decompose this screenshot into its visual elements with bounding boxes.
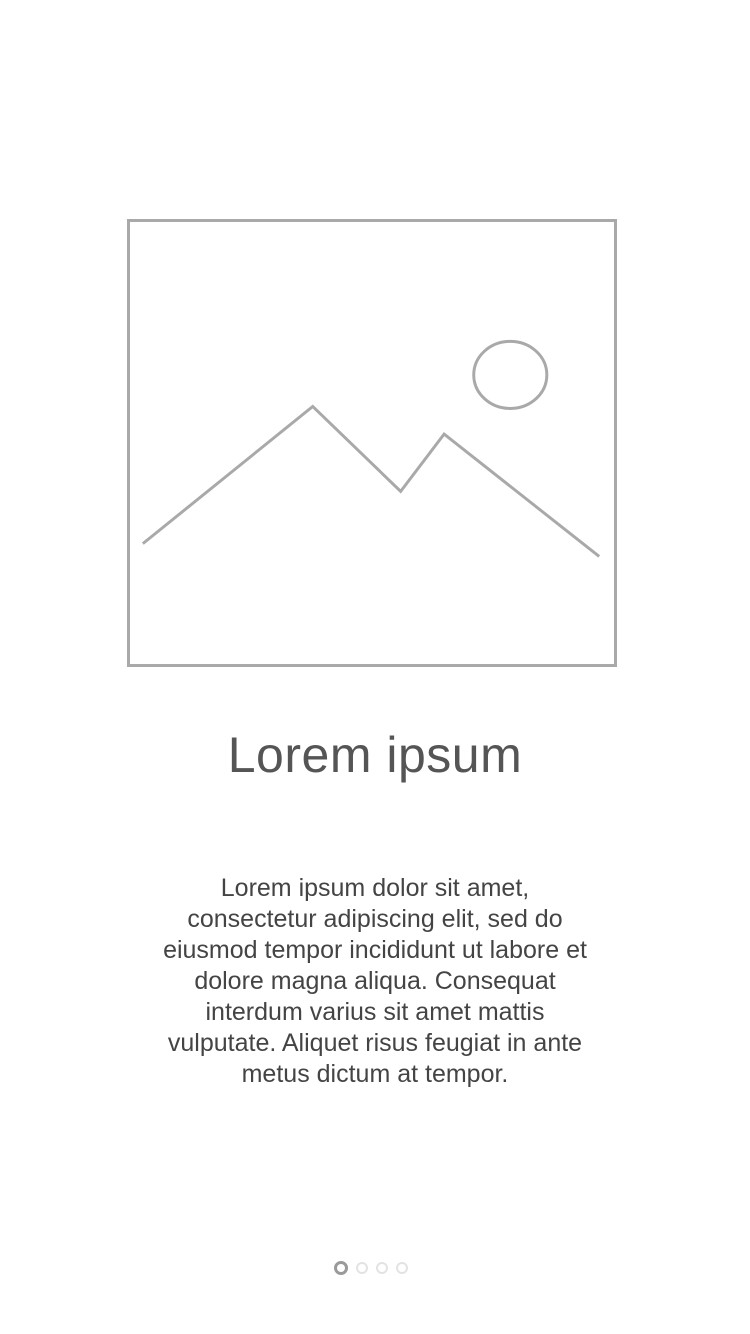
image-placeholder-icon xyxy=(141,339,601,558)
page-dot-1-active[interactable] xyxy=(334,1261,348,1275)
page-title: Lorem ipsum xyxy=(227,727,523,783)
description-text: Lorem ipsum dolor sit amet, consectetur … xyxy=(163,874,587,1088)
page-dot-4[interactable] xyxy=(396,1262,408,1274)
page-dot-3[interactable] xyxy=(376,1262,388,1274)
page-dot-2[interactable] xyxy=(356,1262,368,1274)
page-indicator[interactable] xyxy=(0,1259,750,1277)
mountains-outline xyxy=(141,404,601,558)
sun-circle xyxy=(472,339,549,410)
hero-image-placeholder xyxy=(127,219,617,667)
